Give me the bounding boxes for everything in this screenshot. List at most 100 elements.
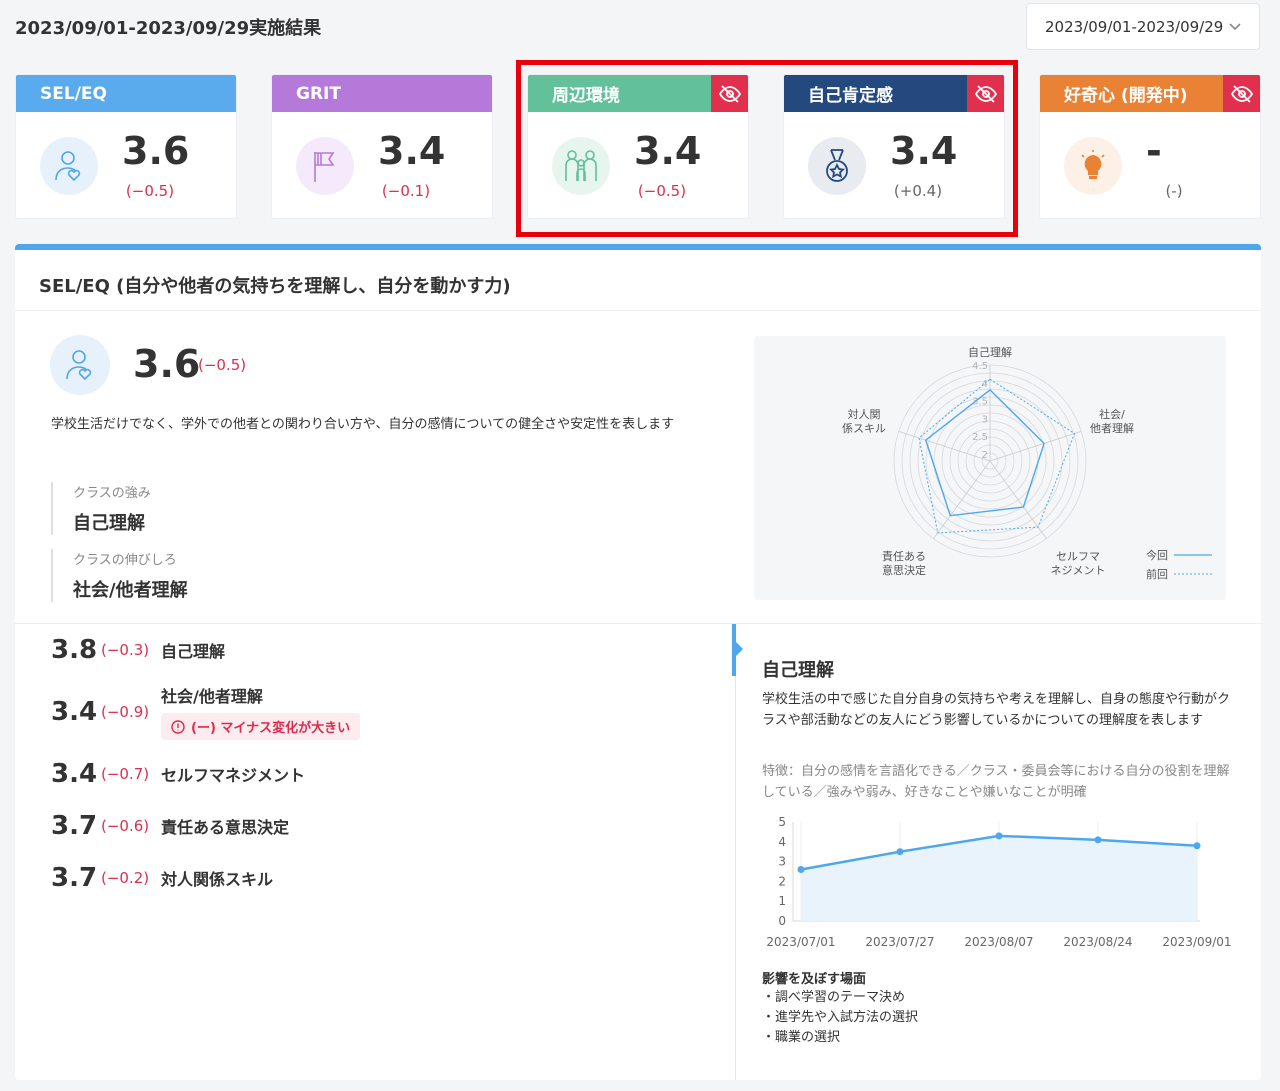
metric-row[interactable]: 3.4 (−0.7) セルフマネジメント (51, 759, 305, 789)
trend-point (995, 832, 1003, 840)
growth-value: 社会/他者理解 (73, 580, 188, 601)
person-heart-icon (50, 335, 110, 395)
metric-name: 自己理解 (161, 642, 226, 661)
trend-point (1094, 836, 1102, 844)
page-title: 2023/09/01-2023/09/29実施結果 (15, 18, 322, 39)
warning-badge: (ー) マイナス変化が大きい (161, 713, 361, 740)
radar-chart: 4.5 4 3.5 3 2.5 2 自己理解 社会/他者理解 セルフマネジメント 責任ある意思決定… (754, 336, 1226, 600)
metric-value: 3.8 (51, 635, 98, 665)
scene-list: 調べ学習のテーマ決め 進学先や入試方法の選択 職業の選択 (762, 988, 918, 1048)
metric-value: 3.7 (51, 863, 98, 893)
card-score: - (1146, 129, 1162, 173)
category-card-sel-eq[interactable]: SEL/EQ 3.6 (−0.5) (15, 74, 237, 219)
metric-row[interactable]: 3.8 (−0.3) 自己理解 (51, 635, 225, 665)
period-select-value: 2023/09/01-2023/09/29 (1045, 17, 1224, 36)
list-item: 進学先や入試方法の選択 (762, 1008, 918, 1028)
class-growth: クラスの伸びしろ 社会/他者理解 (51, 549, 188, 602)
legend-previous-label: 前回 (1146, 567, 1168, 581)
card-score: 3.4 (378, 129, 446, 173)
panel-description: 学校生活だけでなく、学外での他者との関わり合い方や、自分の感情についての健全さや… (51, 417, 675, 432)
list-item: 調べ学習のテーマ決め (762, 988, 918, 1008)
person-heart-icon (40, 137, 98, 195)
radar-axis-label: 社会/他者理解 (1090, 407, 1134, 435)
trend-point (896, 848, 904, 856)
alert-circle-icon (171, 719, 185, 734)
panel-delta: (−0.5) (198, 356, 247, 374)
card-header: SEL/EQ (16, 75, 236, 112)
y-tick-label: 3 (778, 855, 786, 869)
flag-icon (296, 137, 354, 195)
metric-row[interactable]: 3.7 (−0.2) 対人関係スキル (51, 863, 273, 893)
metric-delta: (−0.9) (101, 702, 150, 721)
metric-delta: (−0.6) (101, 817, 150, 835)
card-label: SEL/EQ (40, 83, 107, 104)
card-label: GRIT (296, 83, 341, 104)
metric-delta: (−0.3) (101, 641, 150, 659)
metric-row[interactable]: 3.4 (−0.9) 社会/他者理解 (ー) マイナス変化が大きい (51, 683, 361, 740)
scene-title: 影響を及ぼす場面 (762, 972, 867, 987)
divider (15, 310, 1261, 311)
y-tick-label: 0 (778, 914, 786, 928)
y-tick-label: 4 (778, 835, 786, 849)
warning-text: (ー) マイナス変化が大きい (191, 721, 351, 736)
panel-title: SEL/EQ (自分や他者の気持ちを理解し、自分を動かす力) (39, 276, 511, 297)
metric-name: セルフマネジメント (161, 766, 306, 785)
category-card-grit[interactable]: GRIT 3.4 (−0.1) (271, 74, 493, 219)
metric-delta: (−0.2) (101, 869, 150, 887)
radar-axis-label: 対人関係スキル (842, 407, 886, 435)
metric-value: 3.4 (51, 696, 98, 727)
divider (15, 623, 1261, 624)
highlight-box (516, 60, 1018, 237)
card-delta: (−0.5) (125, 182, 175, 200)
panel-score: 3.6 (133, 342, 201, 386)
radar-axis-label: 責任ある意思決定 (882, 549, 926, 577)
detail-panel: SEL/EQ (自分や他者の気持ちを理解し、自分を動かす力) 3.6 (−0.5… (15, 244, 1261, 1080)
card-header: GRIT (272, 75, 492, 112)
x-tick-label: 2023/08/07 (964, 935, 1033, 949)
strength-value: 自己理解 (73, 513, 145, 534)
radar-axis-label: 自己理解 (968, 345, 1012, 359)
x-tick-label: 2023/07/01 (766, 935, 835, 949)
chevron-down-icon (1229, 20, 1241, 34)
card-header: 好奇心 (開発中) (1040, 75, 1260, 112)
y-tick-label: 5 (778, 815, 786, 829)
trend-point (797, 866, 805, 874)
trend-chart: 0 1 2 3 4 5 2023/07/01 2023/07/27 2023/08/07 2023… (760, 810, 1240, 960)
trend-point (1193, 842, 1201, 850)
card-delta: (-) (1165, 182, 1183, 200)
strength-label: クラスの強み (73, 486, 151, 501)
y-tick-label: 2 (778, 874, 786, 888)
metric-name: 対人関係スキル (161, 870, 274, 889)
metric-row[interactable]: 3.7 (−0.6) 責任ある意思決定 (51, 811, 289, 841)
y-tick-label: 1 (778, 894, 786, 908)
metric-value: 3.4 (51, 759, 98, 789)
trend-area (801, 835, 1197, 921)
selection-pointer (736, 642, 743, 656)
metric-delta: (−0.7) (101, 765, 150, 783)
radar-axis-label: セルフマネジメント (1051, 550, 1106, 577)
card-score: 3.6 (122, 129, 190, 173)
card-delta: (−0.1) (381, 182, 431, 200)
category-card-curiosity[interactable]: 好奇心 (開発中) - (-) (1039, 74, 1261, 219)
metric-value: 3.7 (51, 811, 98, 841)
metric-name: 責任ある意思決定 (161, 818, 290, 837)
column-divider (735, 624, 736, 1080)
radar-tick-label: 3 (982, 414, 988, 425)
growth-label: クラスの伸びしろ (73, 553, 177, 568)
detail-features: 特徴：自分の感情を言語化できる／クラス・委員会等における自分の役割を理解している… (762, 764, 1230, 800)
x-tick-label: 2023/07/27 (865, 935, 934, 949)
radar-tick-label: 4 (982, 379, 988, 390)
x-tick-label: 2023/08/24 (1063, 935, 1132, 949)
detail-description: 学校生活の中で感じた自分自身の気持ちや考えを理解し、自身の態度や行動がクラスや部… (762, 692, 1231, 728)
radar-tick-label: 2 (982, 450, 988, 461)
list-item: 職業の選択 (762, 1028, 918, 1048)
class-strength: クラスの強み 自己理解 (51, 482, 151, 535)
period-select[interactable]: 2023/09/01-2023/09/29 (1026, 3, 1260, 50)
hidden-eye-icon[interactable] (1223, 75, 1260, 112)
lightbulb-icon (1064, 137, 1122, 195)
legend-current-label: 今回 (1146, 548, 1168, 562)
card-label: 好奇心 (開発中) (1064, 86, 1188, 106)
radar-tick-label: 2.5 (972, 432, 988, 443)
detail-title: 自己理解 (762, 660, 834, 681)
radar-tick-label: 4.5 (972, 361, 988, 372)
